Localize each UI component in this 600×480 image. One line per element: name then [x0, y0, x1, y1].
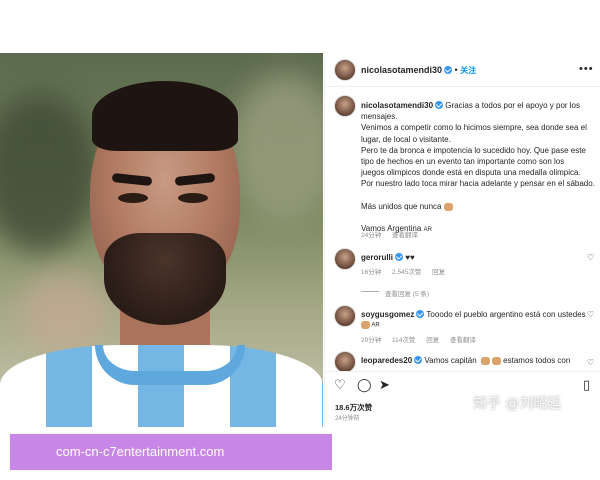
comment-avatar[interactable]	[334, 351, 356, 373]
likes-count[interactable]: 18.6万次赞	[335, 402, 372, 413]
see-translation-link[interactable]: 查看翻译	[450, 337, 476, 344]
caption-username[interactable]: nicolasotamendi30	[361, 101, 433, 110]
comment-username[interactable]: soygusgomez	[361, 310, 414, 319]
comment-icon[interactable]: ◯	[357, 378, 372, 393]
post-header: nicolasotamendi30 • 关注 •••	[325, 53, 600, 87]
comment-text: ♥♥	[405, 253, 415, 262]
comment-likes[interactable]: 114次赞	[392, 337, 415, 344]
post-panel: nicolasotamendi30 • 关注 ••• nicolasotamen…	[324, 53, 600, 427]
comment-line: gerorulli ♥♥	[361, 252, 415, 262]
comment-likes[interactable]: 2,545次赞	[392, 269, 421, 276]
reply-button[interactable]: 回复	[426, 337, 439, 344]
comment-username[interactable]: leoparedes20	[361, 356, 412, 365]
watermark: 知乎 @刘昭廷	[473, 396, 562, 412]
post-date: 24分钟前	[335, 416, 360, 422]
flex-emoji-icon	[443, 202, 453, 211]
verified-icon	[435, 100, 444, 109]
bookmark-icon[interactable]: ▯	[583, 378, 590, 393]
post-caption: nicolasotamendi30 Gracias a todos por el…	[361, 100, 595, 233]
comment-text: Vamos capitán	[424, 356, 477, 365]
hands-emoji-icon	[361, 321, 370, 329]
verified-icon	[416, 309, 425, 318]
share-icon[interactable]: ➤	[379, 378, 390, 393]
see-translation-link[interactable]: 查看翻译	[392, 232, 418, 239]
page: ◯◯◯ nicolasotamendi30 • 关注 ••• nicolasot…	[0, 0, 600, 480]
flag-icon: AR	[371, 322, 380, 329]
comment-like-heart-icon[interactable]: ♡	[587, 253, 594, 262]
flex-emoji-icon	[480, 356, 490, 365]
caption-avatar[interactable]	[334, 95, 356, 117]
comment-line: soygusgomez Tooodo el pueblo argentino e…	[361, 309, 586, 319]
comment-like-heart-icon[interactable]: ♡	[587, 310, 594, 319]
comment-username[interactable]: gerorulli	[361, 253, 393, 262]
verified-icon	[414, 355, 423, 364]
verified-icon	[444, 65, 453, 74]
caption-time: 24分钟	[361, 232, 382, 239]
verified-icon	[395, 252, 404, 261]
avatar[interactable]	[334, 59, 356, 81]
reply-button[interactable]: 回复	[432, 269, 445, 276]
comment-avatar[interactable]	[334, 248, 356, 270]
post-photo[interactable]: ◯◯◯	[0, 53, 323, 427]
follow-button[interactable]: 关注	[460, 66, 476, 75]
url-banner[interactable]: com-cn-c7entertainment.com	[10, 434, 332, 470]
comment-line: leoparedes20 Vamos capitán estamos todos…	[361, 355, 571, 365]
heart-icon[interactable]: ♡	[334, 378, 346, 393]
view-replies-link[interactable]: 查看回复 (5 条)	[385, 291, 429, 298]
post-username[interactable]: nicolasotamendi30	[361, 65, 442, 75]
flex-emoji-icon	[491, 356, 501, 365]
comment-like-heart-icon[interactable]: ♡	[587, 358, 594, 367]
comment-text: Tooodo el pueblo argentino está con uste…	[426, 310, 586, 319]
comment-avatar[interactable]	[334, 305, 356, 327]
more-icon[interactable]: •••	[579, 64, 594, 75]
